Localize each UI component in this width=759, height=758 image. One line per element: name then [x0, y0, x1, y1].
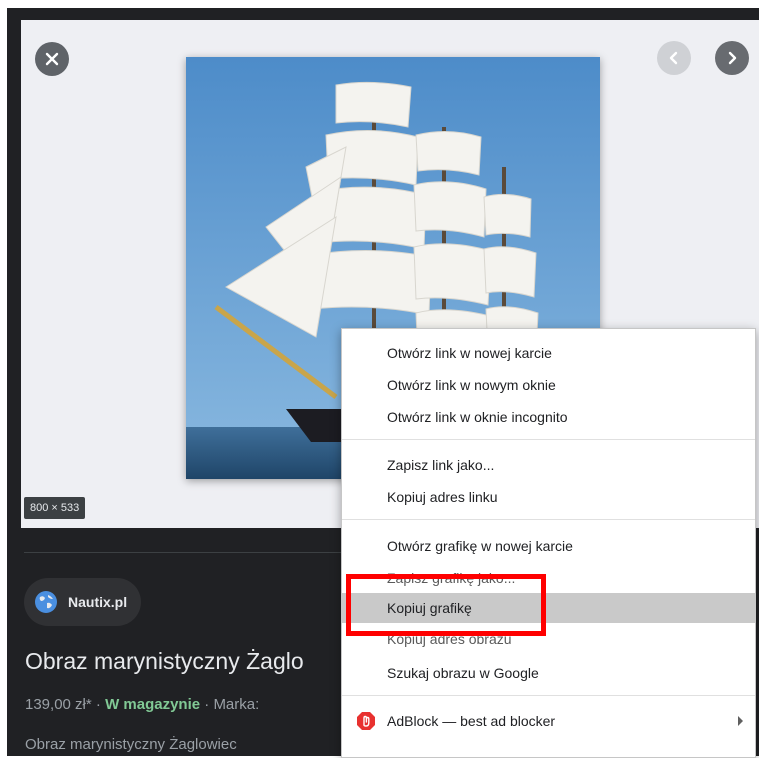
menu-copy-image[interactable]: Kopiuj grafikę — [342, 593, 755, 623]
menu-open-image-new-tab[interactable]: Otwórz grafikę w nowej karcie — [342, 531, 755, 561]
separator: · — [200, 696, 214, 713]
stock-status: W magazynie — [105, 696, 201, 713]
source-site-name: Nautix.pl — [68, 594, 128, 610]
menu-item-label: Kopiuj adres linku — [387, 489, 498, 505]
menu-adblock[interactable]: AdBlock — best ad blocker — [342, 706, 755, 736]
menu-item-label: Szukaj obrazu w Google — [387, 665, 539, 681]
menu-open-link-new-window[interactable]: Otwórz link w nowym oknie — [342, 370, 755, 400]
product-subtitle: Obraz marynistyczny Żaglowiec — [25, 736, 237, 753]
previous-image-button[interactable] — [657, 41, 691, 75]
chevron-left-icon — [669, 51, 678, 65]
image-dimensions-badge: 800 × 533 — [24, 497, 86, 519]
menu-search-image-google[interactable]: Szukaj obrazu w Google — [342, 658, 755, 688]
menu-save-image-as[interactable]: Zapisz grafikę jako... — [342, 563, 755, 593]
globe-icon — [35, 591, 57, 613]
brand-label: Marka: — [213, 696, 260, 713]
close-icon — [45, 52, 59, 66]
divider — [24, 552, 344, 553]
chevron-right-submenu-icon — [738, 716, 743, 726]
chevron-right-icon — [728, 51, 737, 65]
menu-item-label: Kopiuj grafikę — [387, 600, 472, 616]
menu-separator — [342, 439, 755, 440]
menu-save-link-as[interactable]: Zapisz link jako... — [342, 450, 755, 480]
product-meta: 139,00 zł* · W magazynie · Marka: — [25, 696, 259, 713]
menu-item-label: Zapisz link jako... — [387, 457, 495, 473]
menu-item-label: AdBlock — best ad blocker — [387, 713, 556, 729]
menu-item-label: Otwórz grafikę w nowej karcie — [387, 538, 573, 554]
menu-item-label: Otwórz link w oknie incognito — [387, 409, 568, 425]
adblock-icon — [357, 712, 375, 730]
menu-copy-link-address[interactable]: Kopiuj adres linku — [342, 482, 755, 512]
context-menu: Otwórz link w nowej karcie Otwórz link w… — [341, 328, 756, 758]
menu-separator — [342, 519, 755, 520]
price: 139,00 zł* — [25, 696, 92, 713]
menu-separator — [342, 695, 755, 696]
separator: · — [91, 696, 106, 713]
menu-item-label: Otwórz link w nowej karcie — [387, 345, 552, 361]
product-title[interactable]: Obraz marynistyczny Żaglo — [25, 648, 304, 675]
next-image-button[interactable] — [715, 41, 749, 75]
menu-copy-image-address[interactable]: Kopiuj adres obrazu — [342, 624, 755, 654]
menu-open-link-new-tab[interactable]: Otwórz link w nowej karcie — [342, 338, 755, 368]
menu-item-label: Kopiuj adres obrazu — [387, 631, 512, 647]
menu-item-label: Otwórz link w nowym oknie — [387, 377, 556, 393]
close-button[interactable] — [35, 42, 69, 76]
menu-open-link-incognito[interactable]: Otwórz link w oknie incognito — [342, 402, 755, 432]
source-site-chip[interactable]: Nautix.pl — [24, 578, 142, 626]
menu-item-label: Zapisz grafikę jako... — [387, 570, 516, 586]
